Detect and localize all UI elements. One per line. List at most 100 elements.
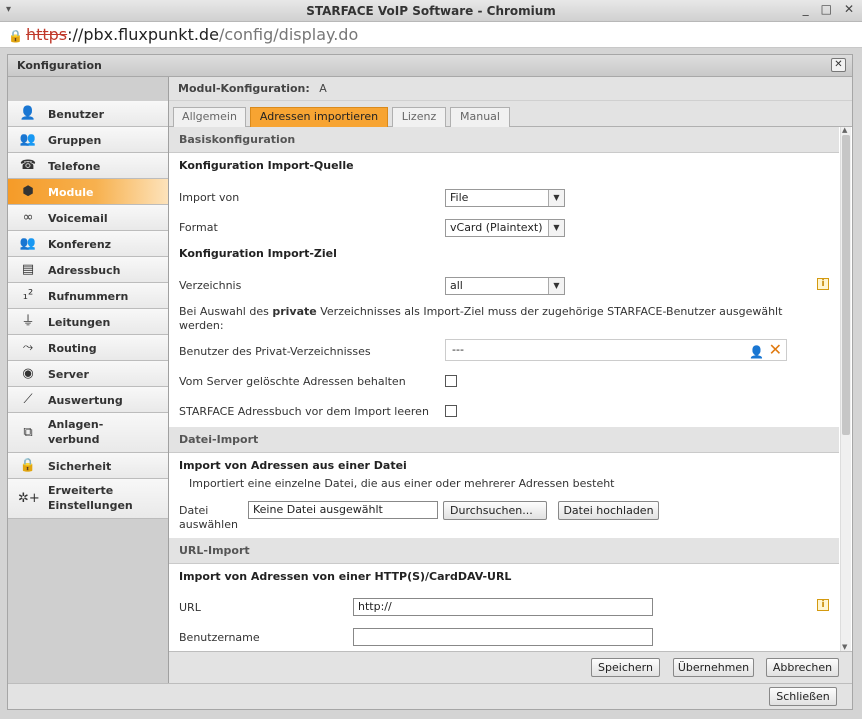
maximize-icon[interactable]: □ (821, 2, 832, 16)
user-icon: 👤 (19, 106, 37, 121)
sidebar-item-server[interactable]: ◉ Server (8, 361, 168, 387)
sidebar-item-adressbuch[interactable]: ▤ Adressbuch (8, 257, 168, 283)
sidebar-item-label: Gruppen (48, 134, 102, 147)
voicemail-icon: ∞ (22, 210, 34, 225)
scrollbar-thumb[interactable] (842, 135, 850, 435)
sidebar-item-anlagenverbund[interactable]: ⧉ Anlagen- verbund (8, 413, 168, 453)
url-import-heading: Import von Adressen von einer HTTP(S)/Ca… (179, 570, 512, 583)
sidebar-item-gruppen[interactable]: 👥 Gruppen (8, 127, 168, 153)
save-button[interactable]: Speichern (591, 658, 660, 677)
server-icon: ◉ (22, 366, 34, 381)
modul-value: A (319, 82, 327, 95)
modul-header: Modul-Konfiguration: A (169, 77, 852, 101)
sidebar-item-label: Adressbuch (48, 264, 121, 277)
datei-import-description: Importiert eine einzelne Datei, die aus … (189, 477, 615, 490)
datei-auswaehlen-label: Datei auswählen (179, 504, 238, 531)
sidebar-item-sicherheit[interactable]: 🔒 Sicherheit (8, 453, 168, 479)
chevron-down-icon: ▼ (548, 278, 564, 294)
sidebar-item-module[interactable]: ⬢ Module (8, 179, 168, 205)
tab-adressen-importieren[interactable]: Adressen importieren (250, 107, 388, 127)
sidebar-item-label: Telefone (48, 160, 101, 173)
insecure-lock-icon[interactable]: 🔒 (8, 29, 23, 43)
phone-icon: ☎ (19, 158, 37, 173)
url-label: URL (179, 601, 201, 614)
chart-icon: ⟋ (23, 392, 33, 407)
sidebar-item-erweiterte-einstellungen[interactable]: ✲+ Erweiterte Einstellungen (8, 479, 168, 519)
sidebar-item-label: Module (48, 186, 94, 199)
sidebar-item-label: Auswertung (48, 394, 123, 407)
info-icon[interactable]: i (817, 278, 829, 290)
modul-label: Modul-Konfiguration: (178, 82, 310, 95)
leeren-label: STARFACE Adressbuch vor dem Import leere… (179, 405, 429, 418)
network-icon: ⧉ (23, 425, 33, 440)
window-title: STARFACE VoIP Software - Chromium (306, 4, 556, 18)
url-separator: :// (67, 25, 84, 44)
info-icon[interactable]: i (817, 599, 829, 611)
tab-manual[interactable]: Manual (450, 107, 510, 127)
section-datei-import: Datei-Import (169, 427, 839, 453)
sidebar-item-routing[interactable]: ⤳ Routing (8, 335, 168, 361)
scroll-up-icon[interactable]: ▲ (842, 126, 847, 134)
apply-button[interactable]: Übernehmen (673, 658, 754, 677)
chevron-down-icon: ▼ (548, 220, 564, 236)
clear-icon[interactable]: ✕ (769, 340, 782, 360)
sidebar-item-label: Sicherheit (48, 460, 112, 473)
sidebar-item-label: Rufnummern (48, 290, 129, 303)
dialog-title: Konfiguration (17, 59, 102, 72)
benutzername-label: Benutzername (179, 631, 260, 644)
routing-icon: ⤳ (22, 340, 34, 355)
configuration-dialog: Konfiguration ✕ 👤 Benutzer 👥 Gruppen ☎ T… (7, 54, 853, 710)
settings-icon: ✲+ (18, 491, 40, 506)
browse-button[interactable]: Durchsuchen... (443, 501, 547, 520)
leeren-checkbox[interactable] (445, 405, 457, 417)
dialog-close-button[interactable]: ✕ (831, 58, 846, 72)
close-dialog-button[interactable]: Schließen (769, 687, 837, 706)
format-value: vCard (Plaintext) (450, 221, 543, 234)
file-name-field[interactable]: Keine Datei ausgewählt (248, 501, 438, 519)
private-directory-note: Bei Auswahl des private Verzeichnisses a… (179, 305, 783, 332)
upload-file-button[interactable]: Datei hochladen (558, 501, 659, 520)
cancel-button[interactable]: Abbrechen (766, 658, 839, 677)
sidebar-item-voicemail[interactable]: ∞ Voicemail (8, 205, 168, 231)
behalten-label: Vom Server gelöschte Adressen behalten (179, 375, 406, 388)
content-scrollbar[interactable]: ▲ ▼ (840, 126, 851, 651)
sidebar-item-telefone[interactable]: ☎ Telefone (8, 153, 168, 179)
sidebar-item-konferenz[interactable]: 👥 Konferenz (8, 231, 168, 257)
import-von-value: File (450, 191, 469, 204)
user-icon[interactable]: 👤 (749, 342, 764, 362)
minimize-icon[interactable]: _ (803, 2, 809, 16)
benutzer-privat-picker[interactable]: --- 👤 ✕ (445, 339, 787, 361)
format-label: Format (179, 221, 218, 234)
url-path: /config/display.do (218, 25, 359, 44)
import-von-select[interactable]: File ▼ (445, 189, 565, 207)
verzeichnis-select[interactable]: all ▼ (445, 277, 565, 295)
lock-icon: 🔒 (19, 458, 37, 473)
sidebar-item-rufnummern[interactable]: ₁² Rufnummern (8, 283, 168, 309)
sidebar-item-label: Konferenz (48, 238, 112, 251)
sidebar-item-label: Voicemail (48, 212, 108, 225)
format-select[interactable]: vCard (Plaintext) ▼ (445, 219, 565, 237)
verzeichnis-label: Verzeichnis (179, 279, 242, 292)
module-icon: ⬢ (22, 184, 34, 199)
sidebar-item-label: Erweiterte Einstellungen (48, 484, 133, 512)
tab-bar: Allgemein Adressen importieren Lizenz Ma… (169, 101, 852, 127)
url-scheme: https (25, 25, 68, 44)
sidebar-item-leitungen[interactable]: ⏚ Leitungen (8, 309, 168, 335)
url-host: pbx.fluxpunkt.de (83, 25, 219, 44)
sidebar-item-auswertung[interactable]: ⟋ Auswertung (8, 387, 168, 413)
main-panel: Modul-Konfiguration: A Allgemein Adresse… (169, 77, 852, 683)
import-quelle-heading: Konfiguration Import-Quelle (179, 159, 354, 172)
benutzername-input[interactable] (353, 628, 653, 646)
sidebar-item-benutzer[interactable]: 👤 Benutzer (8, 101, 168, 127)
scroll-down-icon[interactable]: ▼ (842, 643, 847, 651)
dialog-bottom-bar: Schließen (8, 683, 852, 709)
sidebar-item-label: Anlagen- verbund (48, 418, 104, 446)
behalten-checkbox[interactable] (445, 375, 457, 387)
address-bar[interactable]: 🔒 https://pbx.fluxpunkt.de/config/display… (0, 22, 862, 48)
url-input[interactable]: http:// (353, 598, 653, 616)
tab-lizenz[interactable]: Lizenz (392, 107, 446, 127)
window-close-icon[interactable]: ✕ (844, 2, 854, 16)
sidebar-item-label: Routing (48, 342, 97, 355)
benutzer-privat-value: --- (452, 343, 464, 356)
tab-allgemein[interactable]: Allgemein (173, 107, 246, 127)
